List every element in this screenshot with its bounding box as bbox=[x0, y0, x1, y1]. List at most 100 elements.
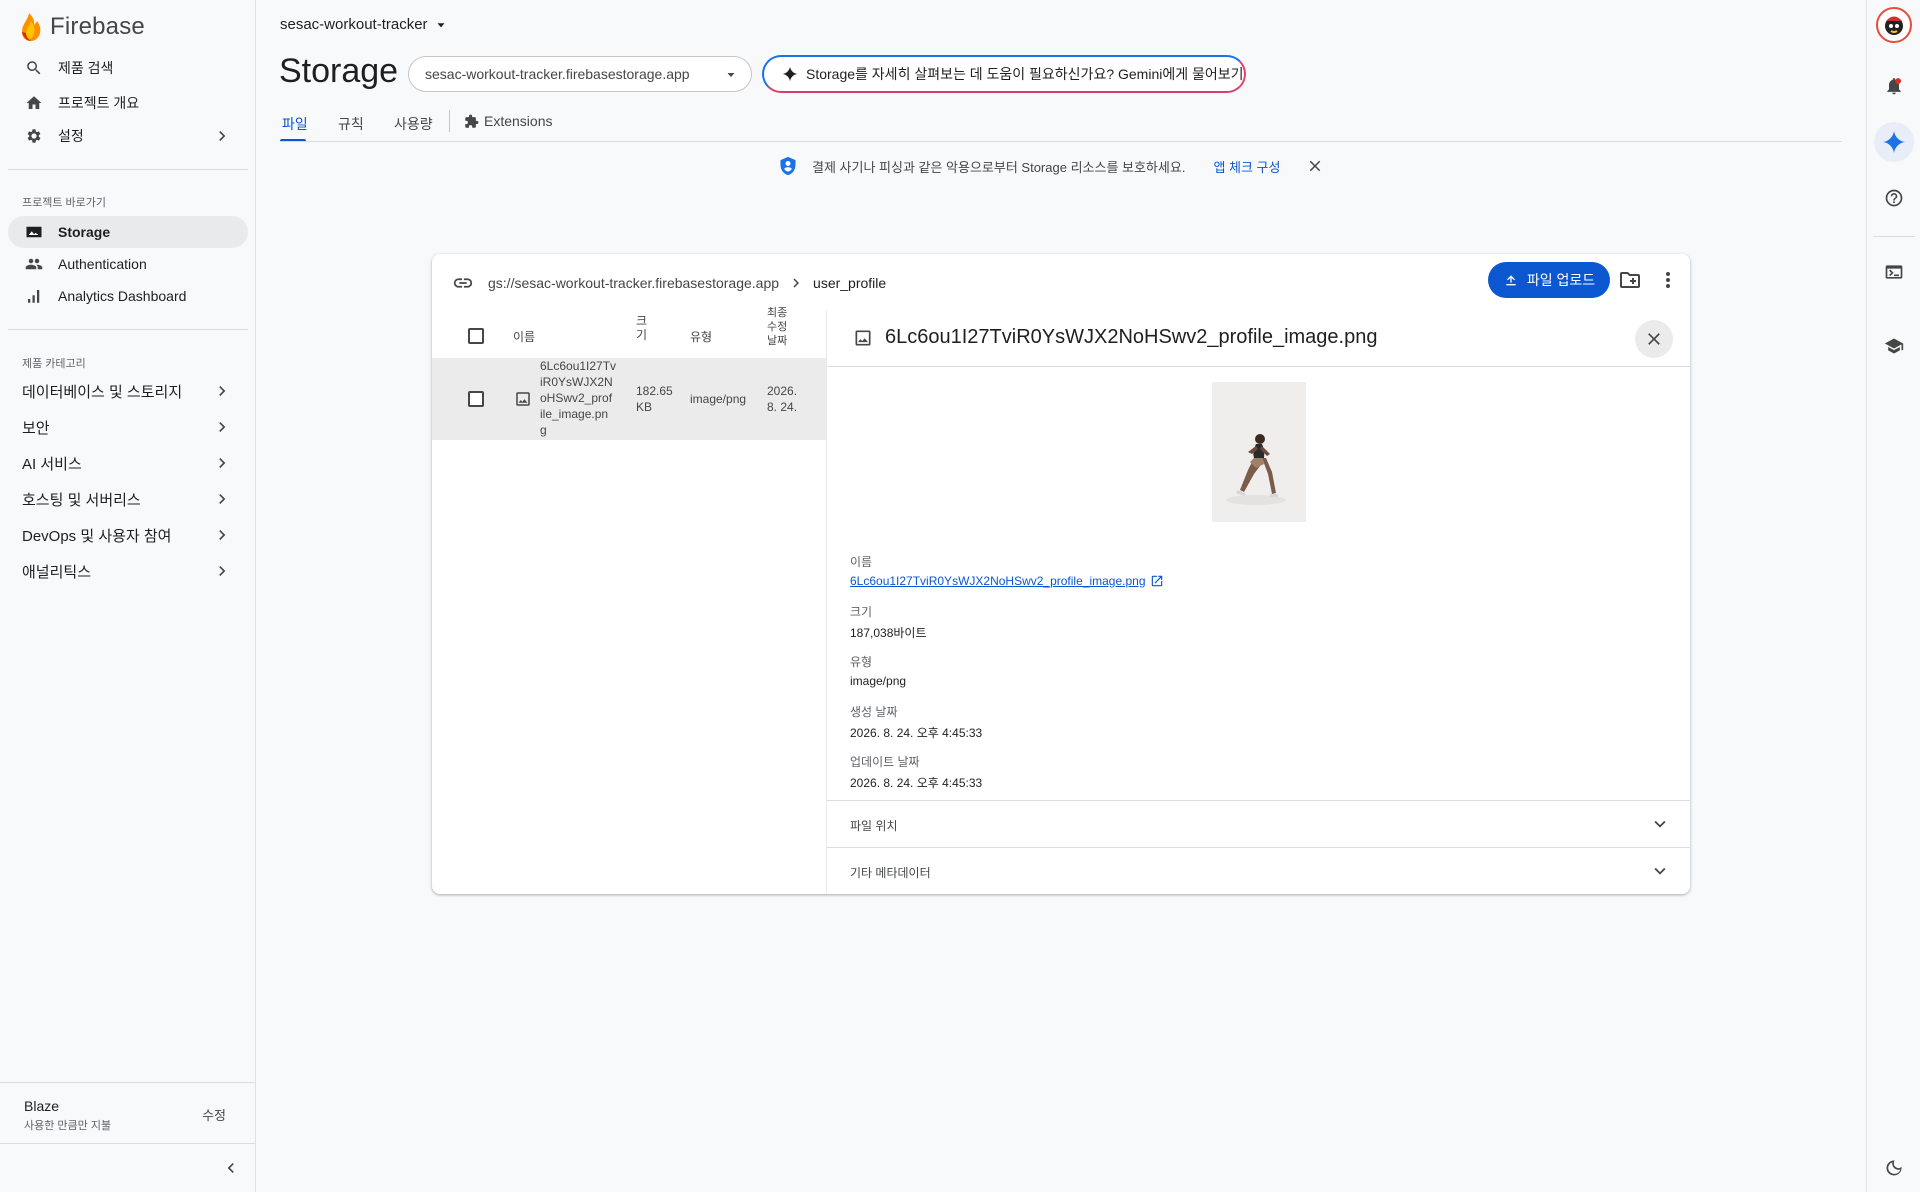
category-security[interactable]: 보안 bbox=[8, 410, 248, 444]
divider bbox=[8, 169, 248, 170]
gemini-sparkle-icon bbox=[1883, 131, 1905, 153]
help-button[interactable] bbox=[1874, 178, 1914, 218]
file-location-section[interactable]: 파일 위치 bbox=[827, 800, 1690, 848]
configure-app-check-link[interactable]: 앱 체크 구성 bbox=[1213, 157, 1280, 176]
file-type-cell: image/png bbox=[690, 392, 747, 406]
left-sidebar: Firebase 제품 검색 프로젝트 개요 설정 프로젝트 바로가기 Stor… bbox=[0, 0, 256, 1192]
create-folder-button[interactable] bbox=[1618, 268, 1642, 292]
category-label: 데이터베이스 및 스토리지 bbox=[22, 383, 183, 401]
shortcut-storage[interactable]: Storage bbox=[8, 216, 248, 248]
avatar[interactable] bbox=[1876, 7, 1912, 43]
shortcut-label: Authentication bbox=[58, 256, 147, 272]
image-file-icon bbox=[516, 392, 530, 406]
brand-name: Firebase bbox=[50, 13, 145, 40]
help-icon bbox=[1885, 189, 1903, 207]
project-selector[interactable]: sesac-workout-tracker bbox=[280, 16, 448, 33]
file-name-cell: 6Lc6ou1I27Tv iR0YsWJX2N oHSwv2_prof ile_… bbox=[540, 359, 617, 437]
project-name: sesac-workout-tracker bbox=[280, 16, 428, 33]
new-folder-icon bbox=[1620, 272, 1640, 288]
gemini-button[interactable] bbox=[1874, 122, 1914, 162]
link-icon[interactable] bbox=[452, 272, 474, 294]
breadcrumb: gs://sesac-workout-tracker.firebasestora… bbox=[452, 272, 886, 294]
shortcuts-heading: 프로젝트 바로가기 bbox=[22, 197, 107, 209]
category-label: 보안 bbox=[22, 419, 50, 437]
file-detail-panel: 6Lc6ou1I27TviR0YsWJX2NoHSwv2_profile_ima… bbox=[826, 310, 1690, 894]
meta-value: 6Lc6ou1I27TviR0YsWJX2NoHSwv2_profile_ima… bbox=[850, 574, 1146, 588]
search-icon bbox=[22, 56, 46, 80]
tab-extensions[interactable]: Extensions bbox=[464, 113, 552, 129]
more-vert-icon bbox=[1666, 272, 1670, 288]
meta-value: 2026. 8. 24. 오후 4:45:33 bbox=[850, 776, 983, 790]
image-preview[interactable] bbox=[1212, 382, 1306, 522]
section-label: 파일 위치 bbox=[850, 819, 898, 833]
upload-label: 파일 업로드 bbox=[1526, 272, 1596, 288]
collapse-sidebar-button[interactable] bbox=[221, 1158, 241, 1178]
divider bbox=[1873, 236, 1915, 237]
other-metadata-section[interactable]: 기타 메타데이터 bbox=[827, 847, 1690, 894]
tab-rules[interactable]: 규칙 bbox=[338, 114, 364, 134]
nav-label: 설정 bbox=[58, 128, 84, 144]
image-icon bbox=[22, 220, 46, 244]
tab-usage[interactable]: 사용량 bbox=[394, 114, 433, 134]
category-devops[interactable]: DevOps 및 사용자 참여 bbox=[8, 518, 248, 552]
sparkle-icon bbox=[782, 66, 798, 82]
right-rail bbox=[1866, 0, 1920, 1192]
category-hosting-serverless[interactable]: 호스팅 및 서버리스 bbox=[8, 482, 248, 516]
user-avatar-image bbox=[1885, 16, 1903, 35]
detail-header: 6Lc6ou1I27TviR0YsWJX2NoHSwv2_profile_ima… bbox=[827, 310, 1690, 367]
column-size[interactable]: 크 기 bbox=[636, 314, 647, 342]
person-exercising-image bbox=[1212, 382, 1306, 522]
learn-button[interactable] bbox=[1874, 326, 1914, 366]
close-banner-button[interactable] bbox=[1306, 157, 1324, 175]
meta-label: 크기 bbox=[850, 605, 873, 619]
file-row[interactable]: 6Lc6ou1I27Tv iR0YsWJX2N oHSwv2_prof ile_… bbox=[432, 358, 826, 440]
meta-updated: 업데이트 날짜 2026. 8. 24. 오후 4:45:33 bbox=[850, 753, 982, 791]
nav-search-products[interactable]: 제품 검색 bbox=[8, 52, 248, 84]
category-database-storage[interactable]: 데이터베이스 및 스토리지 bbox=[8, 374, 248, 408]
column-last-modified[interactable]: 최종 수정 날짜 bbox=[767, 306, 787, 348]
gemini-prompt-text: Storage를 자세히 살펴보는 데 도움이 필요하신가요? Gemini에게… bbox=[806, 66, 1244, 82]
select-all-checkbox[interactable] bbox=[468, 328, 484, 344]
breadcrumb-root[interactable]: gs://sesac-workout-tracker.firebasestora… bbox=[488, 275, 779, 291]
cloud-shell-button[interactable] bbox=[1874, 252, 1914, 292]
category-label: 애널리틱스 bbox=[22, 563, 92, 581]
detail-filename: 6Lc6ou1I27TviR0YsWJX2NoHSwv2_profile_ima… bbox=[885, 326, 1378, 348]
tab-divider bbox=[449, 110, 450, 132]
close-detail-button[interactable] bbox=[1635, 320, 1673, 358]
upload-file-button[interactable]: 파일 업로드 bbox=[1488, 262, 1610, 298]
dark-mode-toggle[interactable] bbox=[1874, 1148, 1914, 1188]
banner-text: 결제 사기나 피싱과 같은 악용으로부터 Storage 리소스를 보호하세요. bbox=[812, 159, 1186, 175]
file-size-cell: 182.65 KB bbox=[636, 384, 673, 414]
shortcut-analytics-dashboard[interactable]: Analytics Dashboard bbox=[8, 280, 248, 312]
bucket-selector[interactable]: sesac-workout-tracker.firebasestorage.ap… bbox=[408, 56, 752, 92]
breadcrumb-current-folder: user_profile bbox=[813, 275, 887, 291]
column-type[interactable]: 유형 bbox=[690, 330, 712, 344]
tab-label: Extensions bbox=[484, 113, 553, 129]
terminal-icon bbox=[1885, 265, 1903, 279]
shortcut-authentication[interactable]: Authentication bbox=[8, 248, 248, 280]
plan-description: 사용한 만큼만 지불 bbox=[24, 1120, 112, 1132]
notifications-button[interactable] bbox=[1874, 66, 1914, 106]
chevron-left-icon bbox=[227, 1163, 234, 1173]
extension-icon bbox=[465, 114, 479, 128]
nav-project-overview[interactable]: 프로젝트 개요 bbox=[8, 87, 248, 119]
dropdown-arrow-icon bbox=[437, 22, 445, 27]
more-options-button[interactable] bbox=[1656, 268, 1680, 292]
row-checkbox[interactable] bbox=[468, 391, 484, 407]
firebase-logo[interactable]: Firebase bbox=[20, 12, 145, 42]
plan-edit-button[interactable]: 수정 bbox=[202, 1105, 226, 1124]
tab-files[interactable]: 파일 bbox=[282, 114, 308, 134]
category-analytics[interactable]: 애널리틱스 bbox=[8, 554, 248, 588]
category-ai-services[interactable]: AI 서비스 bbox=[8, 446, 248, 480]
category-label: 호스팅 및 서버리스 bbox=[22, 491, 141, 509]
app-check-banner: 결제 사기나 피싱과 같은 악용으로부터 Storage 리소스를 보호하세요.… bbox=[778, 154, 1324, 178]
meta-label: 생성 날짜 bbox=[850, 705, 898, 719]
gear-icon bbox=[22, 124, 46, 148]
meta-value: 2026. 8. 24. 오후 4:45:33 bbox=[850, 726, 983, 740]
ask-gemini-button[interactable]: Storage를 자세히 살펴보는 데 도움이 필요하신가요? Gemini에게… bbox=[762, 55, 1246, 93]
nav-settings[interactable]: 설정 bbox=[8, 120, 248, 152]
file-download-link[interactable]: 6Lc6ou1I27TviR0YsWJX2NoHSwv2_profile_ima… bbox=[850, 574, 1164, 588]
column-name[interactable]: 이름 bbox=[513, 330, 535, 344]
image-file-icon bbox=[855, 330, 871, 345]
plan-name: Blaze bbox=[24, 1098, 60, 1114]
